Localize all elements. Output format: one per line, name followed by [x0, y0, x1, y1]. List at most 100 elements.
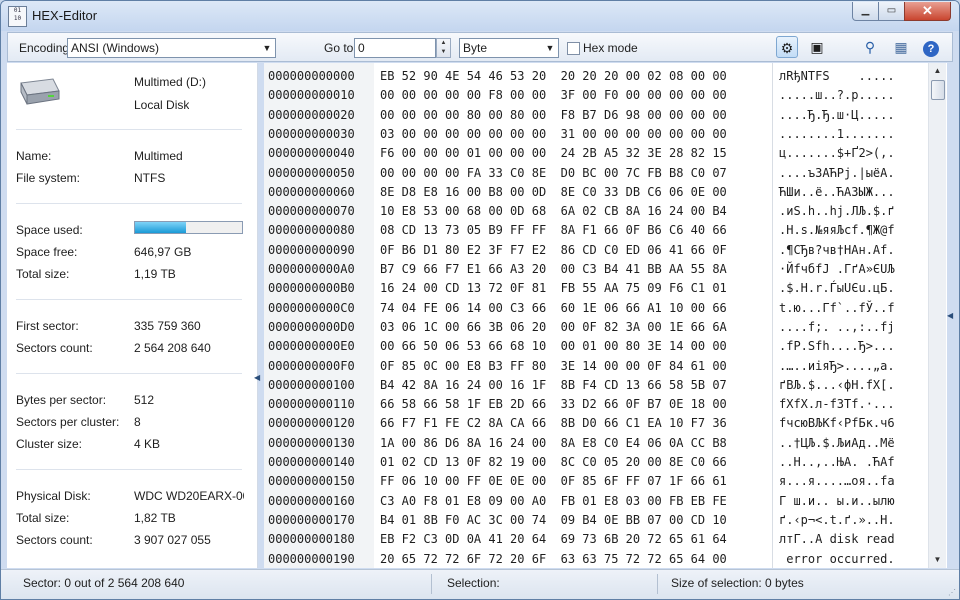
row-bytes[interactable]: 03 06 1C 00 66 3B 06 20 00 0F 82 3A 00 1… — [380, 318, 727, 337]
hard-drive-icon — [20, 78, 60, 105]
row-bytes[interactable]: 00 00 00 00 80 00 80 00 F8 B7 D6 98 00 0… — [380, 106, 727, 125]
row-ascii[interactable]: ........1....... — [779, 125, 895, 144]
encoding-dropdown[interactable]: ANSI (Windows) ▼ — [67, 38, 276, 58]
settings-button[interactable]: ⚙ — [776, 36, 798, 58]
row-bytes[interactable]: B7 C9 66 F7 E1 66 A3 20 00 C3 B4 41 BB A… — [380, 260, 727, 279]
row-ascii[interactable]: .…..иіяЂ>....„a. — [779, 357, 895, 376]
row-bytes[interactable]: 66 58 66 58 1F EB 2D 66 33 D2 66 0F B7 0… — [380, 395, 727, 414]
open-button[interactable]: ▣ — [806, 36, 828, 58]
row-ascii[interactable]: ..†ЦЉ.$.ЉиАд..Мё — [779, 434, 895, 453]
row-ascii[interactable]: я...я....…oя..fa — [779, 472, 895, 491]
row-ascii[interactable]: .Н.s.№яяЉсf.¶Ж@f — [779, 221, 895, 240]
title-bar[interactable]: 01 10 HEX-Editor ▁ ▭ ✕ — [1, 1, 959, 31]
row-bytes[interactable]: 00 00 00 00 00 F8 00 00 3F 00 F0 00 00 0… — [380, 86, 727, 105]
sectors-per-cluster-value: 8 — [134, 415, 141, 429]
row-bytes[interactable]: B4 42 8A 16 24 00 16 1F 8B F4 CD 13 66 5… — [380, 376, 727, 395]
row-bytes[interactable]: 10 E8 53 00 68 00 0D 68 6A 02 CB 8A 16 2… — [380, 202, 727, 221]
scroll-thumb[interactable] — [931, 80, 945, 100]
row-bytes[interactable]: 00 00 00 00 FA 33 C0 8E D0 BC 00 7C FB B… — [380, 164, 727, 183]
scroll-down-icon[interactable]: ▼ — [929, 552, 946, 568]
unit-value: Byte — [463, 41, 488, 55]
row-address: 000000000040 — [268, 146, 355, 161]
vertical-scrollbar[interactable]: ▲ ▼ — [928, 63, 946, 568]
row-bytes[interactable]: 0F B6 D1 80 E2 3F F7 E2 86 CD C0 ED 06 4… — [380, 241, 727, 260]
row-address: 000000000180 — [268, 532, 355, 547]
row-bytes[interactable]: EB 52 90 4E 54 46 53 20 20 20 20 00 02 0… — [380, 67, 727, 86]
document-icon: ▣ — [810, 39, 824, 55]
row-ascii[interactable]: error occurred. — [779, 550, 894, 569]
row-bytes[interactable]: F6 00 00 00 01 00 00 00 24 2B A5 32 3E 2… — [380, 144, 727, 163]
gear-icon: ⚙ — [780, 40, 794, 56]
row-ascii[interactable]: лтГ..A disk read — [779, 530, 895, 549]
app-hex-icon: 01 10 — [8, 6, 27, 27]
row-ascii[interactable]: ....Ђ.Ђ.ш·Ц..... — [779, 106, 895, 125]
cluster-size-value: 4 KB — [134, 437, 161, 451]
name-label: Name: — [16, 149, 52, 163]
row-bytes[interactable]: 00 66 50 06 53 66 68 10 00 01 00 80 3E 1… — [380, 337, 727, 356]
hex-view[interactable]: 000000000000 EB 52 90 4E 54 46 53 20 20 2… — [264, 63, 947, 585]
row-bytes[interactable]: 66 F7 F1 FE C2 8A CA 66 8B D0 66 C1 EA 1… — [380, 414, 727, 433]
physical-total-size-value: 1,82 TB — [134, 511, 176, 525]
minimize-button[interactable]: ▁ — [852, 2, 879, 21]
spin-up-icon[interactable]: ▲ — [437, 39, 450, 48]
physical-disk-value: WDC WD20EARX-00PA — [134, 489, 244, 503]
search-button[interactable]: ⚲ — [859, 36, 881, 58]
row-ascii[interactable]: ЋШи..ё..ЋА3ЫЖ... — [779, 183, 895, 202]
row-bytes[interactable]: 08 CD 13 73 05 B9 FF FF 8A F1 66 0F B6 C… — [380, 221, 727, 240]
row-bytes[interactable]: 8E D8 E8 16 00 B8 00 0D 8E C0 33 DB C6 0… — [380, 183, 727, 202]
row-bytes[interactable]: 74 04 FE 06 14 00 C3 66 60 1E 06 66 A1 1… — [380, 299, 727, 318]
volume-name: Multimed (D:) — [134, 75, 207, 89]
divider — [16, 299, 242, 300]
physical-sectors-count-value: 3 907 027 055 — [134, 533, 211, 547]
row-bytes[interactable]: C3 A0 F8 01 E8 09 00 A0 FB 01 E8 03 00 F… — [380, 492, 727, 511]
expand-arrow-icon[interactable]: ◀ — [947, 311, 953, 320]
calculator-button[interactable]: ▦ — [890, 36, 912, 58]
hex-mode-label[interactable]: Hex mode — [583, 41, 638, 55]
row-ascii[interactable]: .¶СЂв?чв†НАн.Af. — [779, 241, 895, 260]
physical-total-size-label: Total size: — [16, 511, 70, 525]
name-value: Multimed — [134, 149, 183, 163]
row-ascii[interactable]: ....f;. ..‚:..fj — [779, 318, 895, 337]
row-bytes[interactable]: 03 00 00 00 00 00 00 00 31 00 00 00 00 0… — [380, 125, 727, 144]
goto-spinner[interactable]: ▲ ▼ — [436, 38, 451, 58]
row-address: 0000000000E0 — [268, 339, 355, 354]
row-ascii[interactable]: fXfX.л-f3Тf.·... — [779, 395, 895, 414]
row-ascii[interactable]: t.ю...Гf`..fЎ..f — [779, 299, 895, 318]
row-ascii[interactable]: ..Н..‚..ЊА. .ЋАf — [779, 453, 895, 472]
row-ascii[interactable]: ·ЙfчбfЈ .ГґA»ЄUЉ — [779, 260, 895, 279]
row-bytes[interactable]: 01 02 CD 13 0F 82 19 00 8C C0 05 20 00 8… — [380, 453, 727, 472]
window-title: HEX-Editor — [32, 8, 98, 23]
row-ascii[interactable]: .....ш..?.р..... — [779, 86, 895, 105]
row-bytes[interactable]: 20 65 72 72 6F 72 20 6F 63 63 75 72 72 6… — [380, 550, 727, 569]
unit-dropdown[interactable]: Byte ▼ — [459, 38, 559, 58]
physical-disk-label: Physical Disk: — [16, 489, 91, 503]
row-bytes[interactable]: 0F 85 0C 00 E8 B3 FF 80 3E 14 00 00 0F 8… — [380, 357, 727, 376]
scroll-up-icon[interactable]: ▲ — [929, 63, 946, 79]
row-address: 000000000030 — [268, 126, 355, 141]
row-ascii[interactable]: .fP.Sfh....Ђ>... — [779, 337, 895, 356]
row-ascii[interactable]: ґBЉ.$...‹фН.fX[. — [779, 376, 895, 395]
close-button[interactable]: ✕ — [904, 2, 951, 21]
row-ascii[interactable]: .иS.h..hj.ЛЉ.$.ґ — [779, 202, 895, 221]
row-bytes[interactable]: FF 06 10 00 FF 0E 0E 00 0F 85 6F FF 07 1… — [380, 472, 727, 491]
row-bytes[interactable]: B4 01 8B F0 AC 3C 00 74 09 B4 0E BB 07 0… — [380, 511, 727, 530]
hex-mode-checkbox[interactable] — [567, 42, 580, 55]
spin-down-icon[interactable]: ▼ — [437, 48, 450, 57]
row-ascii[interactable]: ґ.‹р¬<.t.ґ.»..Н. — [779, 511, 895, 530]
goto-input[interactable]: 0 — [354, 38, 436, 58]
maximize-button[interactable]: ▭ — [878, 2, 905, 21]
help-button[interactable]: ? — [920, 36, 942, 58]
row-ascii[interactable]: .$.Н.r.ЃыUЄu.цБ. — [779, 279, 895, 298]
row-bytes[interactable]: 1A 00 86 D6 8A 16 24 00 8A E8 C0 E4 06 0… — [380, 434, 727, 453]
collapse-arrow-icon[interactable]: ◀ — [254, 373, 260, 382]
row-ascii[interactable]: лRђNTFS ..... — [779, 67, 895, 86]
row-ascii[interactable]: fчсюВЉКf‹РfБк.ч6 — [779, 414, 895, 433]
row-ascii[interactable]: ц.......$+Ґ2>(‚. — [779, 144, 895, 163]
sectors-per-cluster-label: Sectors per cluster: — [16, 415, 120, 429]
row-bytes[interactable]: 16 24 00 CD 13 72 0F 81 FB 55 AA 75 09 F… — [380, 279, 727, 298]
row-ascii[interactable]: ....ъ3АЋРј.|ыёА. — [779, 164, 895, 183]
row-bytes[interactable]: EB F2 C3 0D 0A 41 20 64 69 73 6B 20 72 6… — [380, 530, 727, 549]
total-size-value: 1,19 TB — [134, 267, 176, 281]
resize-grip-icon[interactable]: ⋰ — [948, 588, 956, 597]
row-ascii[interactable]: Г ш.и.. ы.и..ылю — [779, 492, 895, 511]
